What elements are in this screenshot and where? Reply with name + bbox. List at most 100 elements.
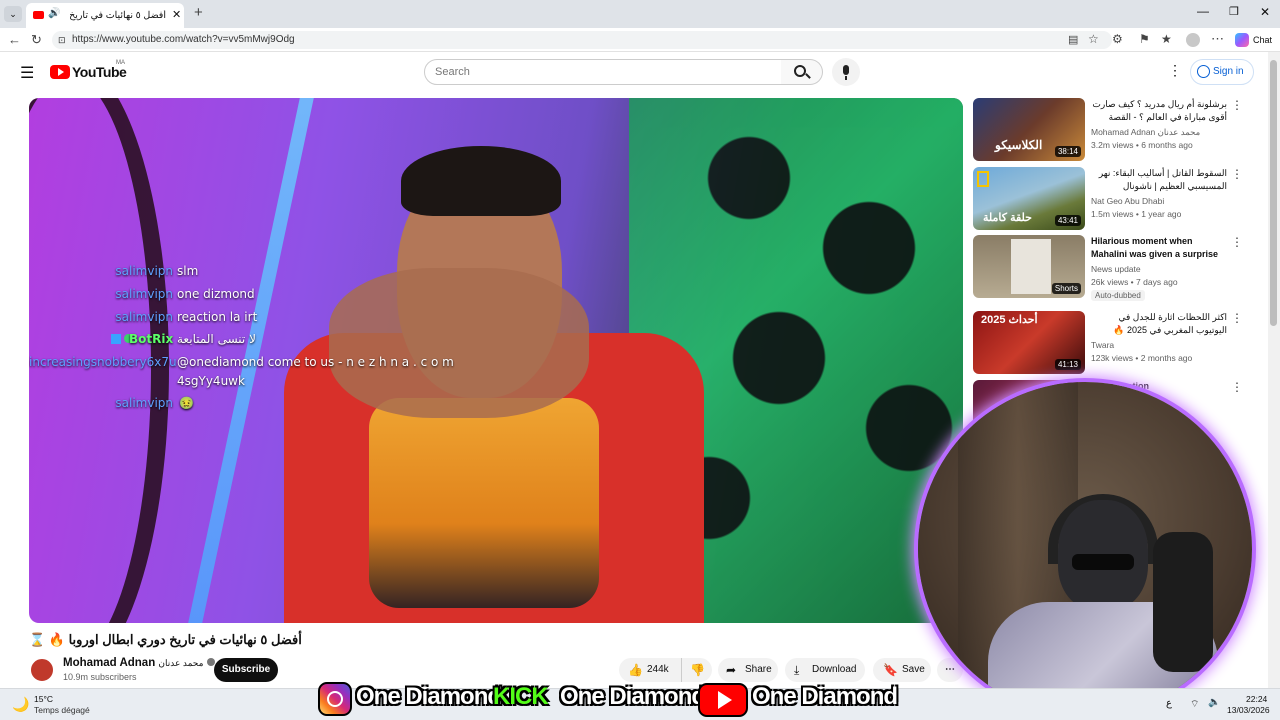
- copilot-icon[interactable]: [1235, 33, 1249, 47]
- tracking-icon[interactable]: ⚑: [1139, 33, 1150, 46]
- temperature[interactable]: 15°C: [34, 694, 53, 704]
- restore-icon[interactable]: ❐: [1229, 5, 1239, 18]
- logo-text: YouTube: [72, 64, 127, 80]
- input-language[interactable]: ع: [1166, 698, 1172, 709]
- auto-dubbed-badge: Auto-dubbed: [1091, 290, 1145, 301]
- more-menu-icon[interactable]: ⋯: [1211, 32, 1224, 45]
- chat-message: one dizmond: [177, 287, 255, 301]
- browser-tab-bar: ⌄ 🔊 أفضل ٥ نهائيات في تاريخ دوري | ✕ + —…: [0, 0, 1280, 28]
- chat-message-cont: 4sgYy4uwk: [177, 374, 245, 388]
- search-input[interactable]: Search: [424, 59, 782, 85]
- url-text: https://www.youtube.com/watch?v=vv5mMwj9…: [72, 34, 295, 45]
- video-thumbnail[interactable]: Shorts: [973, 235, 1085, 298]
- tab-list-button[interactable]: ⌄: [4, 6, 22, 22]
- more-options-icon[interactable]: ⋮: [1231, 236, 1243, 248]
- channel-avatar[interactable]: [29, 657, 55, 683]
- video-player[interactable]: salimvipn slm salimvipn one dizmond sali…: [29, 98, 963, 623]
- video-meta: 3.2m views • 6 months ago: [1091, 140, 1193, 150]
- thumbnail-text: حلقة كاملة: [983, 212, 1032, 224]
- sign-in-button[interactable]: Sign in: [1190, 59, 1254, 85]
- video-title[interactable]: السقوط القاتل | أساليب البقاء: نهر المسي…: [1091, 167, 1227, 193]
- close-tab-icon[interactable]: ✕: [172, 8, 181, 21]
- chat-label[interactable]: Chat: [1253, 35, 1272, 45]
- chat-user: BotRix: [129, 332, 174, 346]
- channel-name[interactable]: Nat Geo Abu Dhabi: [1091, 196, 1164, 206]
- more-options-icon[interactable]: ⋮: [1231, 99, 1243, 111]
- channel-name-en: Mohamad Adnan: [63, 657, 156, 669]
- channel-name[interactable]: Mohamad Adnan محمد عدنان: [63, 657, 215, 669]
- shirt-graphic: [369, 398, 599, 608]
- thumbnail-text: أحداث 2025: [981, 314, 1038, 326]
- chat-user: salimvipn: [115, 396, 173, 410]
- close-window-icon[interactable]: ✕: [1260, 5, 1270, 19]
- reload-icon[interactable]: ↻: [31, 33, 42, 46]
- menu-icon[interactable]: ☰: [20, 63, 34, 83]
- extensions-icon[interactable]: ⚙: [1112, 33, 1123, 46]
- youtube-header: ☰ YouTube MA Search ⋮ Sign in: [0, 52, 1268, 94]
- video-thumbnail[interactable]: أحداث 2025 41:13: [973, 311, 1085, 374]
- video-meta: 123k views • 2 months ago: [1091, 353, 1193, 363]
- more-options-icon[interactable]: ⋮: [1231, 381, 1243, 393]
- site-info-icon[interactable]: ⊡: [58, 31, 66, 49]
- kick-logo: KICK: [493, 683, 549, 710]
- download-button[interactable]: ⤓ Download: [785, 658, 865, 682]
- video-duration: 41:13: [1054, 359, 1081, 370]
- sign-in-label: Sign in: [1213, 66, 1244, 77]
- person-hair: [401, 146, 561, 216]
- favorites-icon[interactable]: ★: [1161, 33, 1172, 46]
- more-actions-icon: ⋯: [945, 664, 955, 675]
- more-options-icon[interactable]: ⋮: [1231, 168, 1243, 180]
- browser-tab[interactable]: 🔊 أفضل ٥ نهائيات في تاريخ دوري | ✕: [26, 3, 184, 28]
- settings-dots-icon[interactable]: ⋮: [1168, 62, 1182, 79]
- channel-name[interactable]: Twara: [1091, 340, 1114, 350]
- chat-message: 🤢: [179, 396, 194, 410]
- like-count: 244k: [647, 664, 669, 675]
- save-button[interactable]: 🔖 Save: [873, 658, 931, 682]
- channel-name[interactable]: News update: [1091, 264, 1141, 274]
- share-label: Share: [745, 664, 772, 675]
- search-button[interactable]: [781, 59, 823, 85]
- volume-icon[interactable]: 🔈: [1208, 697, 1220, 708]
- video-meta: 26k views • 7 days ago: [1091, 277, 1178, 287]
- profile-avatar[interactable]: [1186, 33, 1200, 47]
- channel-name[interactable]: Mohamad Adnan محمد عدنان: [1091, 127, 1200, 138]
- like-button[interactable]: 👍 244k: [619, 658, 675, 682]
- wifi-icon[interactable]: ⌔: [1190, 698, 1199, 711]
- sunglasses: [1072, 554, 1134, 570]
- scrollbar-thumb[interactable]: [1270, 60, 1277, 326]
- bookmark-icon: 🔖: [883, 663, 898, 677]
- weather-moon-icon: 🌙: [12, 696, 30, 712]
- instagram-camera-icon: [327, 691, 343, 707]
- subscribe-button[interactable]: Subscribe: [214, 658, 278, 682]
- new-tab-button[interactable]: +: [194, 4, 203, 21]
- clock-time[interactable]: 22:24: [1246, 694, 1267, 704]
- clock-date[interactable]: 13/03/2026: [1227, 705, 1270, 715]
- chat-message: لا تنسى المتابعة: [177, 332, 256, 346]
- minimize-icon[interactable]: —: [1197, 4, 1209, 18]
- speaker-icon[interactable]: 🔊: [48, 8, 60, 19]
- natgeo-logo-icon: [977, 171, 989, 187]
- share-button[interactable]: ➦ Share: [718, 658, 778, 682]
- read-mode-icon[interactable]: ▤: [1068, 34, 1078, 47]
- weather-condition[interactable]: Temps dégagé: [34, 705, 90, 715]
- kick-handle: One Diamond: [560, 683, 706, 710]
- tab-title: أفضل ٥ نهائيات في تاريخ دوري |: [70, 10, 166, 21]
- favorite-star-icon[interactable]: ☆: [1088, 33, 1099, 46]
- more-options-icon[interactable]: ⋮: [1231, 312, 1243, 324]
- back-icon[interactable]: ←: [8, 33, 21, 46]
- video-thumbnail[interactable]: الكلاسيكو 38:14: [973, 98, 1085, 161]
- chat-message: @onediamond come to us - n e z h n a . c…: [177, 355, 454, 369]
- account-icon: [1197, 65, 1210, 78]
- video-title[interactable]: اكثر اللحظات اثارة للجدل في اليوتيوب الم…: [1091, 311, 1227, 337]
- video-thumbnail[interactable]: حلقة كاملة 43:41: [973, 167, 1085, 230]
- chat-user: salimvipn: [115, 310, 173, 324]
- thumbs-up-icon: 👍: [628, 663, 643, 677]
- chat-user: salimvipn: [115, 287, 173, 301]
- country-code: MA: [116, 60, 125, 66]
- video-title[interactable]: برشلونة أم ريال مدريد ؟ كيف صارت أقوى مب…: [1091, 98, 1227, 124]
- dislike-button[interactable]: 👎: [681, 658, 711, 682]
- video-title[interactable]: Hilarious moment when Mahalini was given…: [1091, 235, 1227, 261]
- voice-search-button[interactable]: [832, 58, 860, 86]
- url-field[interactable]: ⊡ https://www.youtube.com/watch?v=vv5mMw…: [52, 31, 1112, 49]
- youtube-play-triangle-icon: [718, 691, 732, 709]
